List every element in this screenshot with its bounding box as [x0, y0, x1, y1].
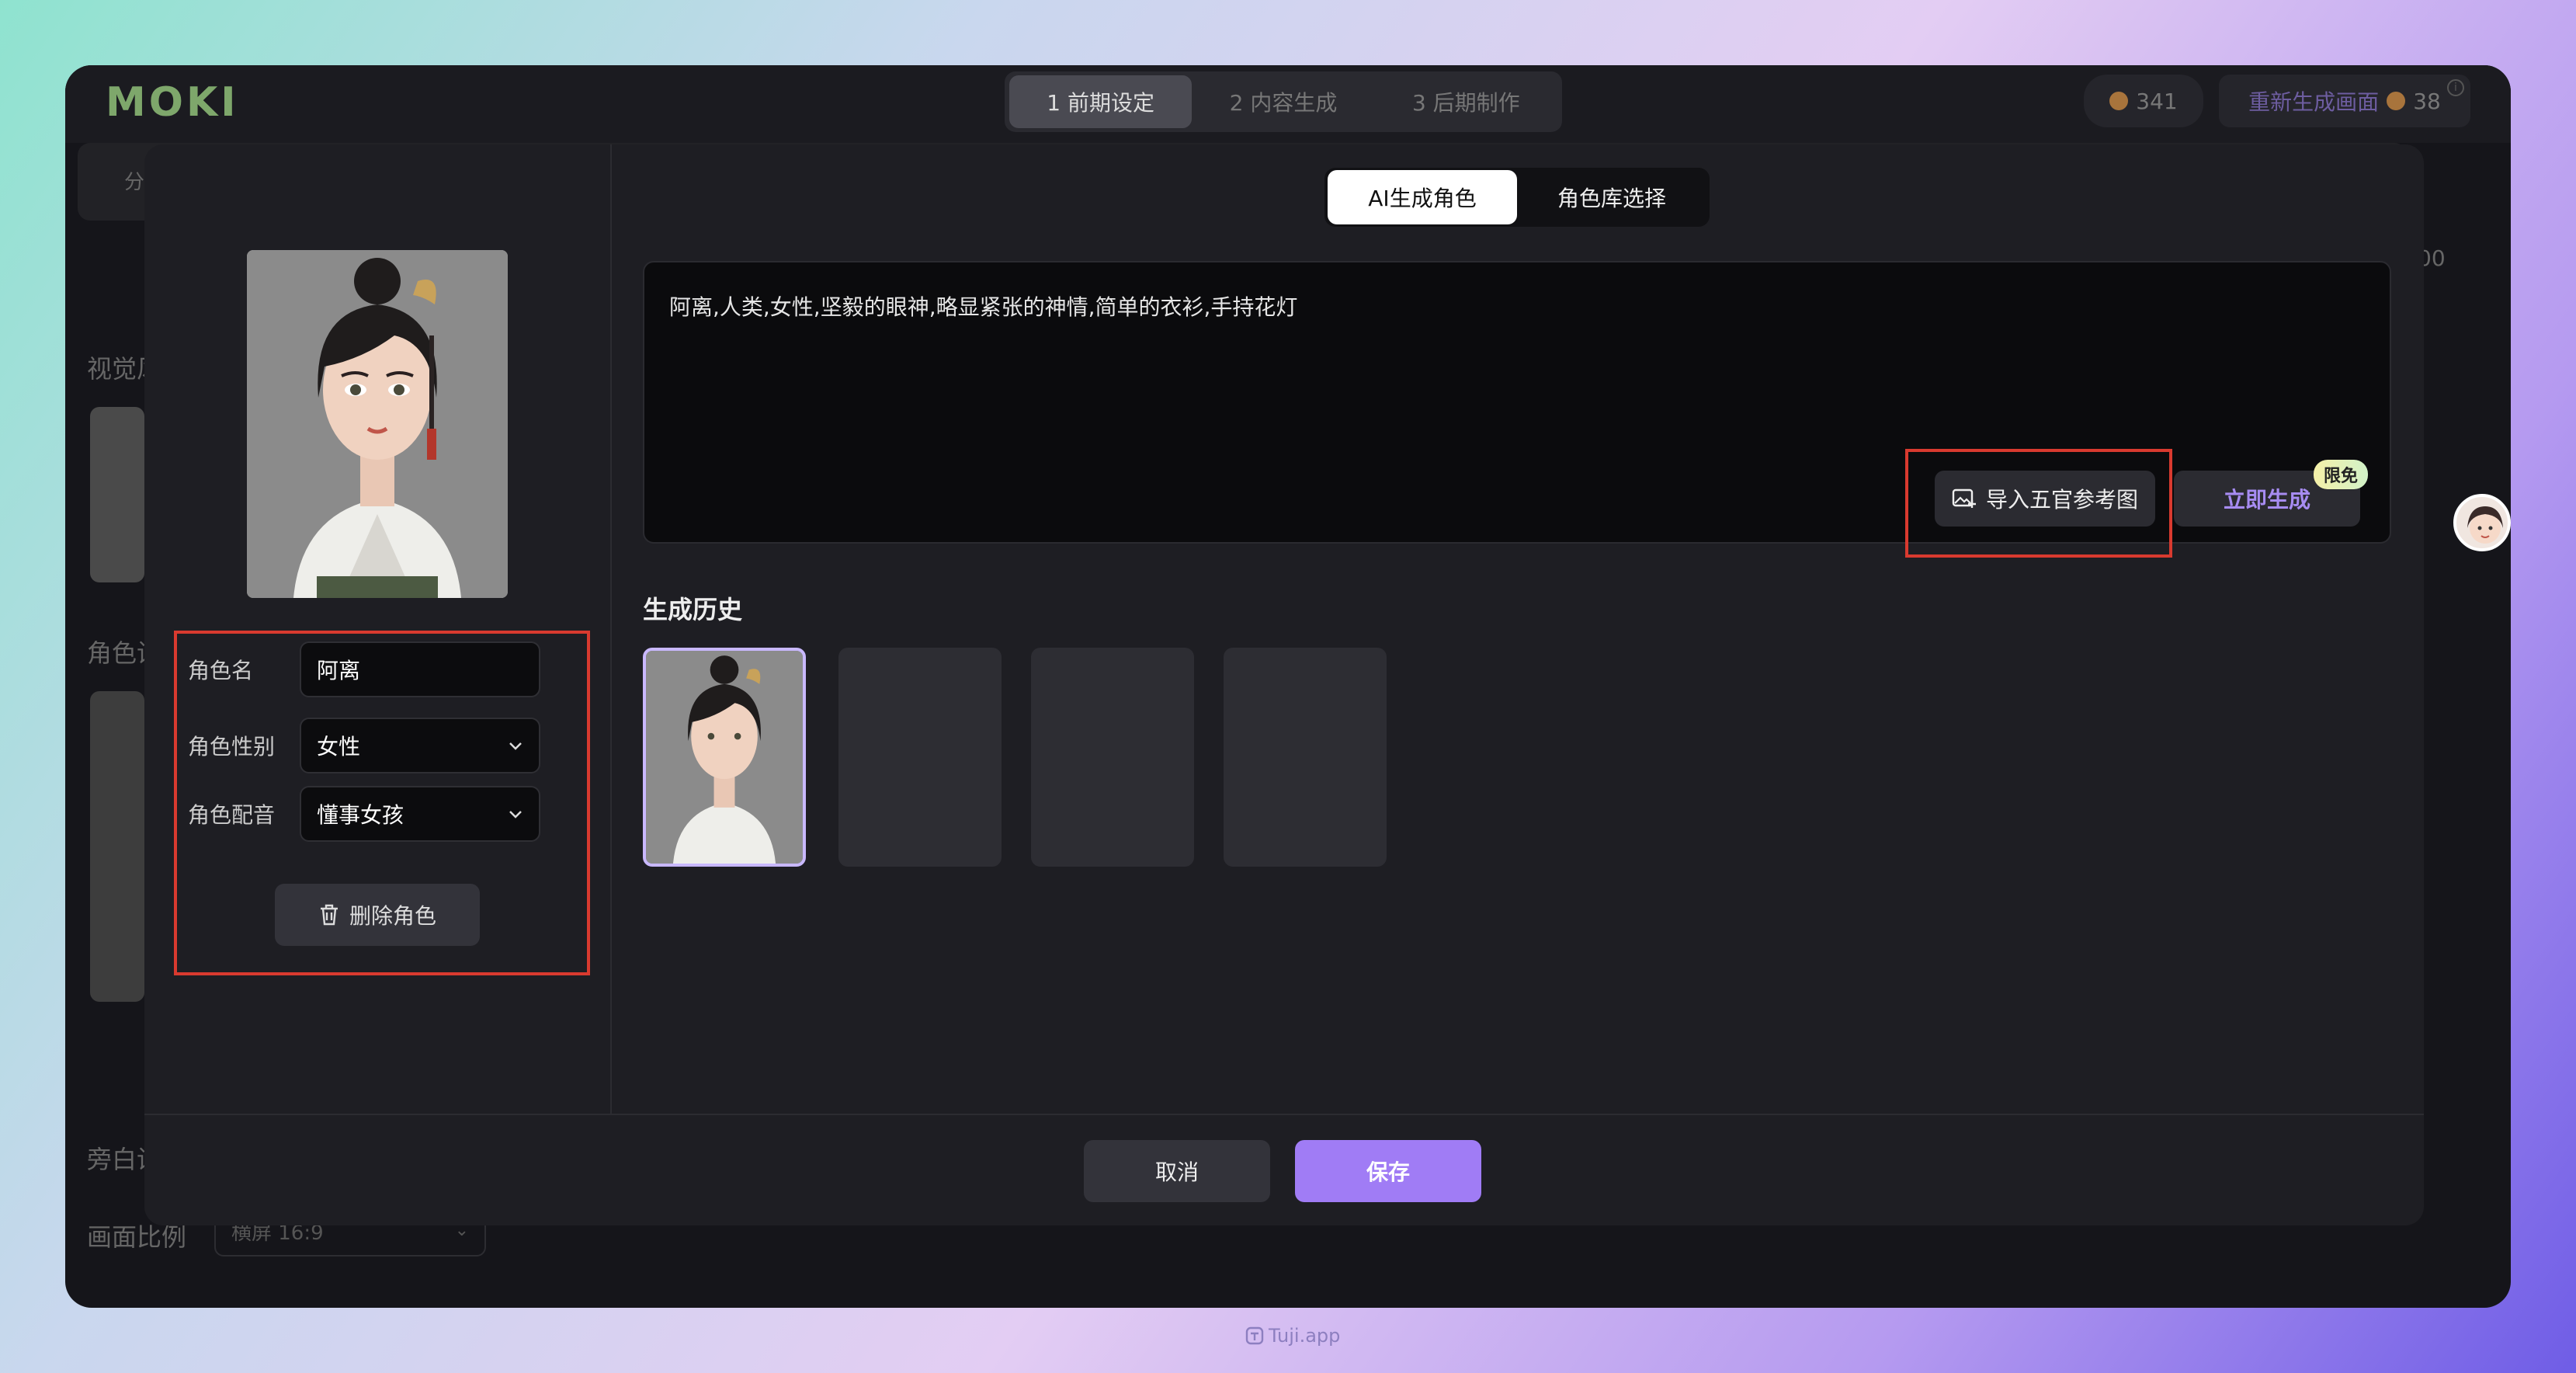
name-input[interactable]: 阿离 — [300, 641, 540, 697]
step-2-tab[interactable]: 2 内容生成 — [1192, 75, 1374, 128]
chevron-down-icon — [509, 811, 522, 819]
step-tabs: 1 前期设定 2 内容生成 3 后期制作 — [1005, 71, 1562, 132]
name-label: 角色名 — [188, 658, 254, 683]
coin-icon — [2387, 92, 2406, 110]
character-dialog: 角色名 阿离 角色性别 女性 角色配音 懂事女孩 删除角色 AI生成角色 角色库… — [144, 144, 2424, 1225]
voice-label: 角色配音 — [188, 802, 276, 828]
character-sidebar: 角色名 阿离 角色性别 女性 角色配音 懂事女孩 删除角色 — [144, 144, 612, 1114]
tab-character-library[interactable]: 角色库选择 — [1517, 170, 1706, 224]
bg-text-fragment: 分 — [124, 171, 145, 194]
voice-row: 角色配音 懂事女孩 — [188, 786, 540, 842]
watermark-text: Tuji.app — [1269, 1325, 1341, 1347]
delete-character-button[interactable]: 删除角色 — [275, 884, 480, 946]
prompt-textarea[interactable]: 阿离,人类,女性,坚毅的眼神,略显紧张的神情,简单的衣衫,手持花灯 导入五官参考… — [643, 261, 2391, 558]
gender-label: 角色性别 — [188, 734, 276, 759]
source-tabs: AI生成角色 角色库选择 — [1324, 168, 1710, 227]
save-button[interactable]: 保存 — [1295, 1140, 1481, 1202]
prompt-text: 阿离,人类,女性,坚毅的眼神,略显紧张的神情,简单的衣衫,手持花灯 — [669, 294, 1298, 320]
avatar-face-icon — [2467, 506, 2503, 544]
watermark: Tuji.app — [1245, 1325, 1340, 1347]
app-logo: MOKI — [106, 79, 239, 126]
assistant-avatar[interactable] — [2453, 494, 2511, 551]
info-icon[interactable]: i — [2447, 79, 2464, 96]
import-reference-label: 导入五官参考图 — [1985, 487, 2138, 513]
bg-thumbnail — [90, 691, 144, 1002]
step-1-tab[interactable]: 1 前期设定 — [1009, 75, 1193, 128]
cancel-button[interactable]: 取消 — [1084, 1140, 1270, 1202]
trash-icon — [320, 904, 338, 926]
free-badge: 限免 — [2314, 460, 2368, 489]
history-thumbnail-empty[interactable] — [838, 648, 1002, 867]
regenerate-label: 重新生成画面 — [2248, 89, 2380, 115]
delete-character-label: 删除角色 — [349, 903, 436, 929]
gender-select[interactable]: 女性 — [300, 718, 540, 773]
credits-value: 341 — [2136, 88, 2178, 114]
name-value: 阿离 — [317, 658, 361, 683]
image-upload-icon — [1952, 488, 1976, 508]
gender-row: 角色性别 女性 — [188, 718, 540, 773]
step-3-tab[interactable]: 3 后期制作 — [1375, 75, 1557, 128]
voice-select[interactable]: 懂事女孩 — [300, 786, 540, 842]
tab-ai-generate[interactable]: AI生成角色 — [1328, 170, 1517, 224]
credits-badge: 341 — [2084, 75, 2203, 127]
dialog-footer — [144, 1114, 2424, 1225]
chevron-down-icon — [509, 742, 522, 750]
coin-icon — [2109, 92, 2129, 110]
history-title: 生成历史 — [643, 595, 743, 624]
tuji-logo-icon — [1245, 1326, 1264, 1345]
name-row: 角色名 阿离 — [188, 641, 540, 697]
history-thumbnail-empty[interactable] — [1031, 648, 1194, 867]
history-thumbnail-empty[interactable] — [1224, 648, 1387, 867]
character-portrait — [247, 250, 508, 598]
top-bar: MOKI 1 前期设定 2 内容生成 3 后期制作 341 重新生成画面 38 … — [65, 65, 2511, 143]
regenerate-cost: 38 — [2413, 88, 2441, 114]
regenerate-scene-button[interactable]: 重新生成画面 38 i — [2219, 75, 2470, 127]
import-reference-button[interactable]: 导入五官参考图 — [1935, 471, 2155, 527]
voice-value: 懂事女孩 — [317, 802, 404, 828]
gender-value: 女性 — [317, 734, 361, 759]
history-thumbnail-selected[interactable] — [643, 648, 806, 867]
bg-thumbnail — [90, 407, 144, 582]
